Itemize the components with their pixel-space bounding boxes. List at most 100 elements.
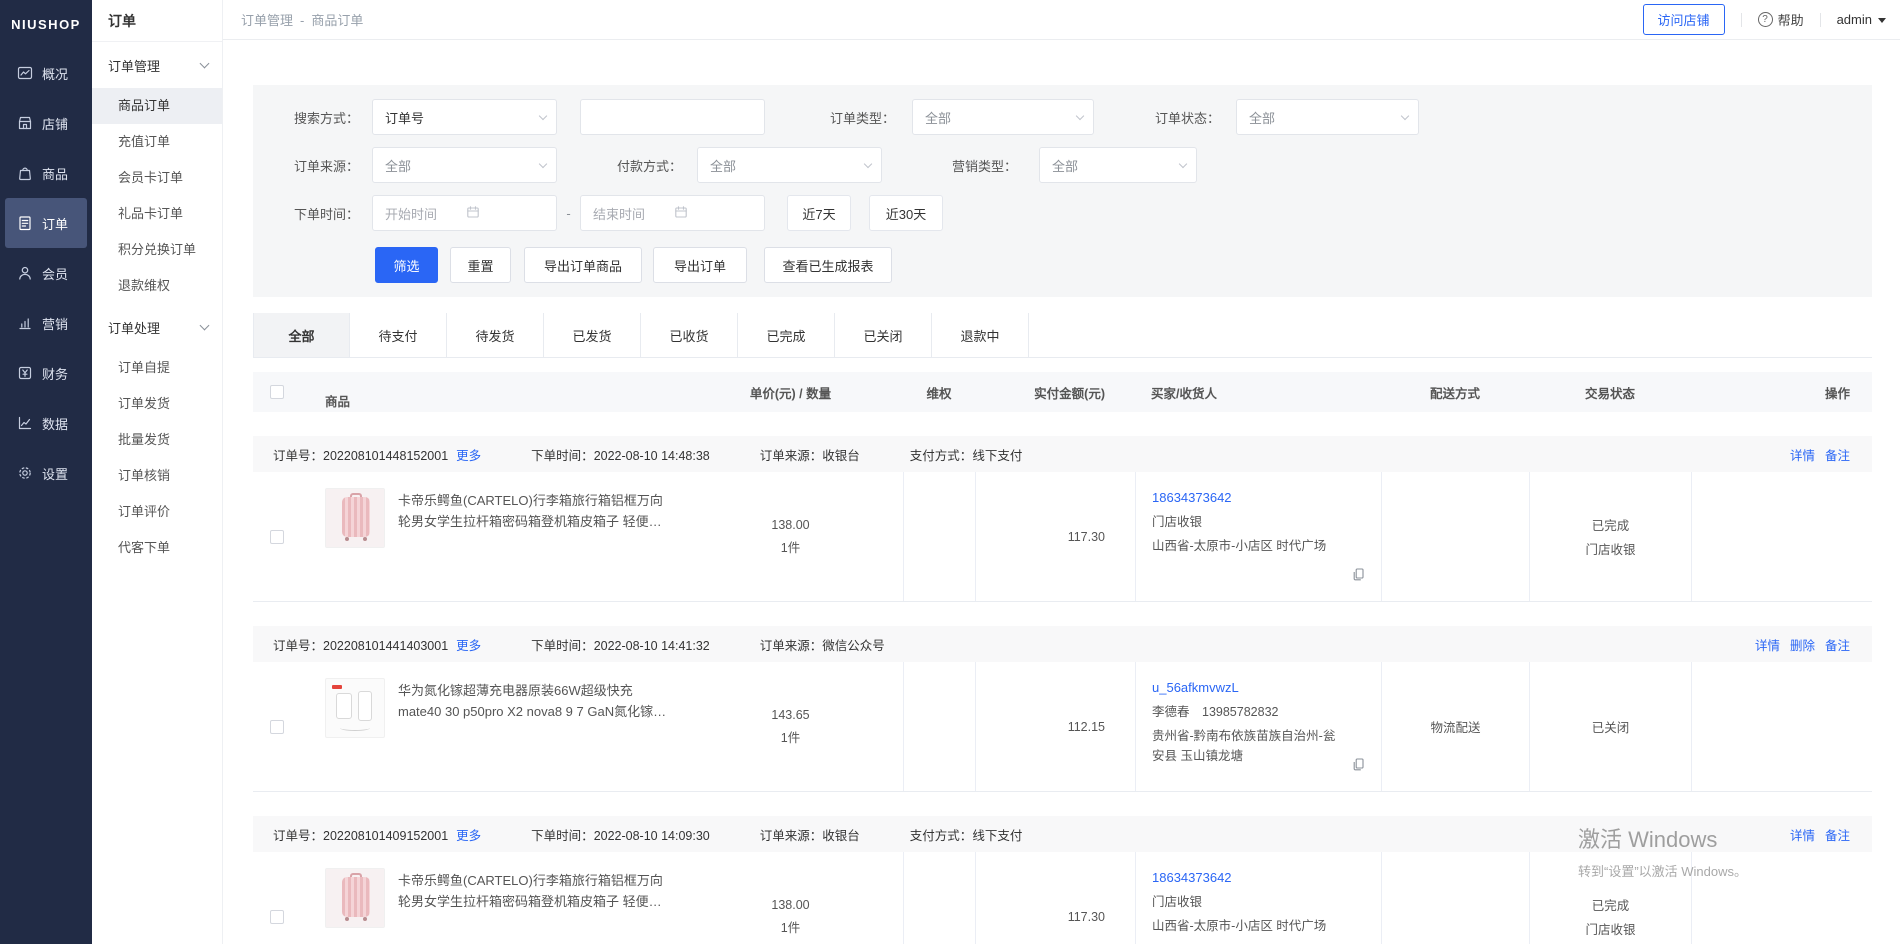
- delivery-cell: 物流配送: [1381, 662, 1529, 791]
- nav-item-settings[interactable]: 设置: [5, 448, 87, 498]
- delete-link[interactable]: 删除: [1790, 635, 1815, 654]
- tab-pending-payment[interactable]: 待支付: [350, 313, 447, 357]
- order-no: 202208101448152001: [323, 449, 448, 463]
- tab-closed[interactable]: 已关闭: [835, 313, 932, 357]
- export-order-goods-button[interactable]: 导出订单商品: [524, 247, 642, 283]
- calendar-icon: [466, 205, 547, 222]
- paid-amount-cell: 117.30: [975, 472, 1135, 601]
- submenu-title: 订单: [92, 0, 222, 42]
- search-mode-label: 搜索方式：: [294, 108, 359, 127]
- help-button[interactable]: ? 帮助: [1758, 10, 1804, 29]
- row-checkbox[interactable]: [270, 720, 284, 734]
- order-status-select[interactable]: 全部: [1236, 99, 1419, 135]
- nav-item-marketing[interactable]: 营销: [5, 298, 87, 348]
- delivery-cell: [1381, 472, 1529, 601]
- order-more-link[interactable]: 更多: [456, 449, 481, 463]
- view-reports-button[interactable]: 查看已生成报表: [764, 247, 892, 283]
- nav-item-orders[interactable]: 订单: [5, 198, 87, 248]
- sidebar-item-order-shipping[interactable]: 订单发货: [92, 386, 222, 422]
- promotion-type-label: 营销类型：: [952, 156, 1017, 175]
- tab-all[interactable]: 全部: [253, 313, 350, 357]
- submenu-group-order-management[interactable]: 订单管理: [92, 42, 222, 88]
- product-title: 卡帝乐鳄鱼(CARTELO)行李箱旅行箱铝框万向轮男女学生拉杆箱密码箱登机箱皮箱…: [398, 868, 668, 910]
- nav-item-members[interactable]: 会员: [5, 248, 87, 298]
- tab-received[interactable]: 已收货: [641, 313, 738, 357]
- date-separator: -: [557, 206, 580, 221]
- tab-pending-shipment[interactable]: 待发货: [447, 313, 544, 357]
- promotion-type-select[interactable]: 全部: [1039, 147, 1197, 183]
- price-qty-cell: 138.00 1件: [678, 472, 903, 601]
- goods-icon: [16, 164, 34, 182]
- buyer-account-link[interactable]: 18634373642: [1152, 868, 1232, 888]
- sidebar-item-refund-disputes[interactable]: 退款维权: [92, 268, 222, 304]
- order-source: 收银台: [822, 449, 860, 463]
- nav-item-goods[interactable]: 商品: [5, 148, 87, 198]
- search-mode-select[interactable]: 订单号: [372, 99, 557, 135]
- sidebar-item-order-pickup[interactable]: 订单自提: [92, 350, 222, 386]
- sidebar-item-batch-shipping[interactable]: 批量发货: [92, 422, 222, 458]
- table-header: 商品 单价(元) / 数量 维权 实付金额(元) 买家/收货人 配送方式 交易状…: [253, 372, 1872, 412]
- user-menu[interactable]: admin: [1837, 12, 1886, 27]
- order-source-label: 订单来源：: [760, 639, 823, 653]
- end-date-input[interactable]: 结束时间: [580, 195, 765, 231]
- order-more-link[interactable]: 更多: [456, 829, 481, 843]
- order-more-link[interactable]: 更多: [456, 639, 481, 653]
- select-all-checkbox[interactable]: [270, 385, 284, 399]
- submenu-group-order-processing[interactable]: 订单处理: [92, 304, 222, 350]
- row-checkbox[interactable]: [270, 530, 284, 544]
- order-type-select[interactable]: 全部: [912, 99, 1094, 135]
- row-checkbox[interactable]: [270, 910, 284, 924]
- action-cell: [1691, 472, 1872, 601]
- detail-link[interactable]: 详情: [1790, 825, 1815, 844]
- order-no: 202208101441403001: [323, 639, 448, 653]
- export-orders-button[interactable]: 导出订单: [653, 247, 747, 283]
- tab-shipped[interactable]: 已发货: [544, 313, 641, 357]
- buyer-account-link[interactable]: u_56afkmvwzL: [1152, 678, 1239, 698]
- remark-link[interactable]: 备注: [1825, 445, 1850, 464]
- copy-icon[interactable]: [1351, 757, 1365, 777]
- status-cell: 已完成 门店收银: [1529, 472, 1691, 601]
- remark-link[interactable]: 备注: [1825, 635, 1850, 654]
- remark-link[interactable]: 备注: [1825, 825, 1850, 844]
- detail-link[interactable]: 详情: [1790, 445, 1815, 464]
- sidebar-item-gift-card-orders[interactable]: 礼品卡订单: [92, 196, 222, 232]
- pay-type-select[interactable]: 全部: [697, 147, 882, 183]
- sidebar-item-member-card-orders[interactable]: 会员卡订单: [92, 160, 222, 196]
- buyer-account-link[interactable]: 18634373642: [1152, 488, 1232, 508]
- sidebar-item-order-onbehalf[interactable]: 代客下单: [92, 530, 222, 566]
- nav-item-overview[interactable]: 概况: [5, 48, 87, 98]
- keyword-input[interactable]: [580, 99, 765, 135]
- filter-panel: 搜索方式： 订单号 订单类型： 全部 订单状态： 全部: [253, 85, 1872, 297]
- nav-item-shop[interactable]: 店铺: [5, 98, 87, 148]
- sidebar-item-order-reviews[interactable]: 订单评价: [92, 494, 222, 530]
- order-pay: 线下支付: [972, 829, 1022, 843]
- content: 搜索方式： 订单号 订单类型： 全部 订单状态： 全部: [223, 40, 1900, 944]
- detail-link[interactable]: 详情: [1755, 635, 1780, 654]
- sidebar-item-goods-orders[interactable]: 商品订单: [92, 88, 222, 124]
- sidebar-item-recharge-orders[interactable]: 充值订单: [92, 124, 222, 160]
- secondary-sidebar: 订单 订单管理 商品订单 充值订单 会员卡订单 礼品卡订单 积分兑换订单 退款维…: [92, 0, 223, 944]
- order-no: 202208101409152001: [323, 829, 448, 843]
- sidebar-item-order-verification[interactable]: 订单核销: [92, 458, 222, 494]
- last-7-days-button[interactable]: 近7天: [787, 195, 851, 231]
- order-header: 订单号：202208101441403001更多 下单时间：2022-08-10…: [253, 626, 1872, 662]
- status-cell: 已关闭: [1529, 662, 1691, 791]
- reset-button[interactable]: 重置: [450, 247, 511, 283]
- order-no-label: 订单号：: [273, 449, 323, 463]
- filter-button[interactable]: 筛选: [375, 247, 438, 283]
- buyer-address: 贵州省-黔南布依族苗族自治州-瓮安县 玉山镇龙塘: [1152, 726, 1343, 766]
- status-tabs: 全部 待支付 待发货 已发货 已收货 已完成 已关闭 退款中: [253, 313, 1872, 358]
- tab-refunding[interactable]: 退款中: [932, 313, 1029, 357]
- copy-icon[interactable]: [1351, 567, 1365, 587]
- order-time: 2022-08-10 14:09:30: [594, 829, 710, 843]
- caret-down-icon: [1878, 18, 1886, 27]
- last-30-days-button[interactable]: 近30天: [869, 195, 943, 231]
- tab-completed[interactable]: 已完成: [738, 313, 835, 357]
- order-source-select[interactable]: 全部: [372, 147, 557, 183]
- nav-item-finance[interactable]: 财务: [5, 348, 87, 398]
- nav-item-data[interactable]: 数据: [5, 398, 87, 448]
- visit-shop-button[interactable]: 访问店铺: [1643, 4, 1725, 35]
- start-date-input[interactable]: 开始时间: [372, 195, 557, 231]
- col-price-qty: 单价(元) / 数量: [678, 383, 903, 402]
- sidebar-item-points-orders[interactable]: 积分兑换订单: [92, 232, 222, 268]
